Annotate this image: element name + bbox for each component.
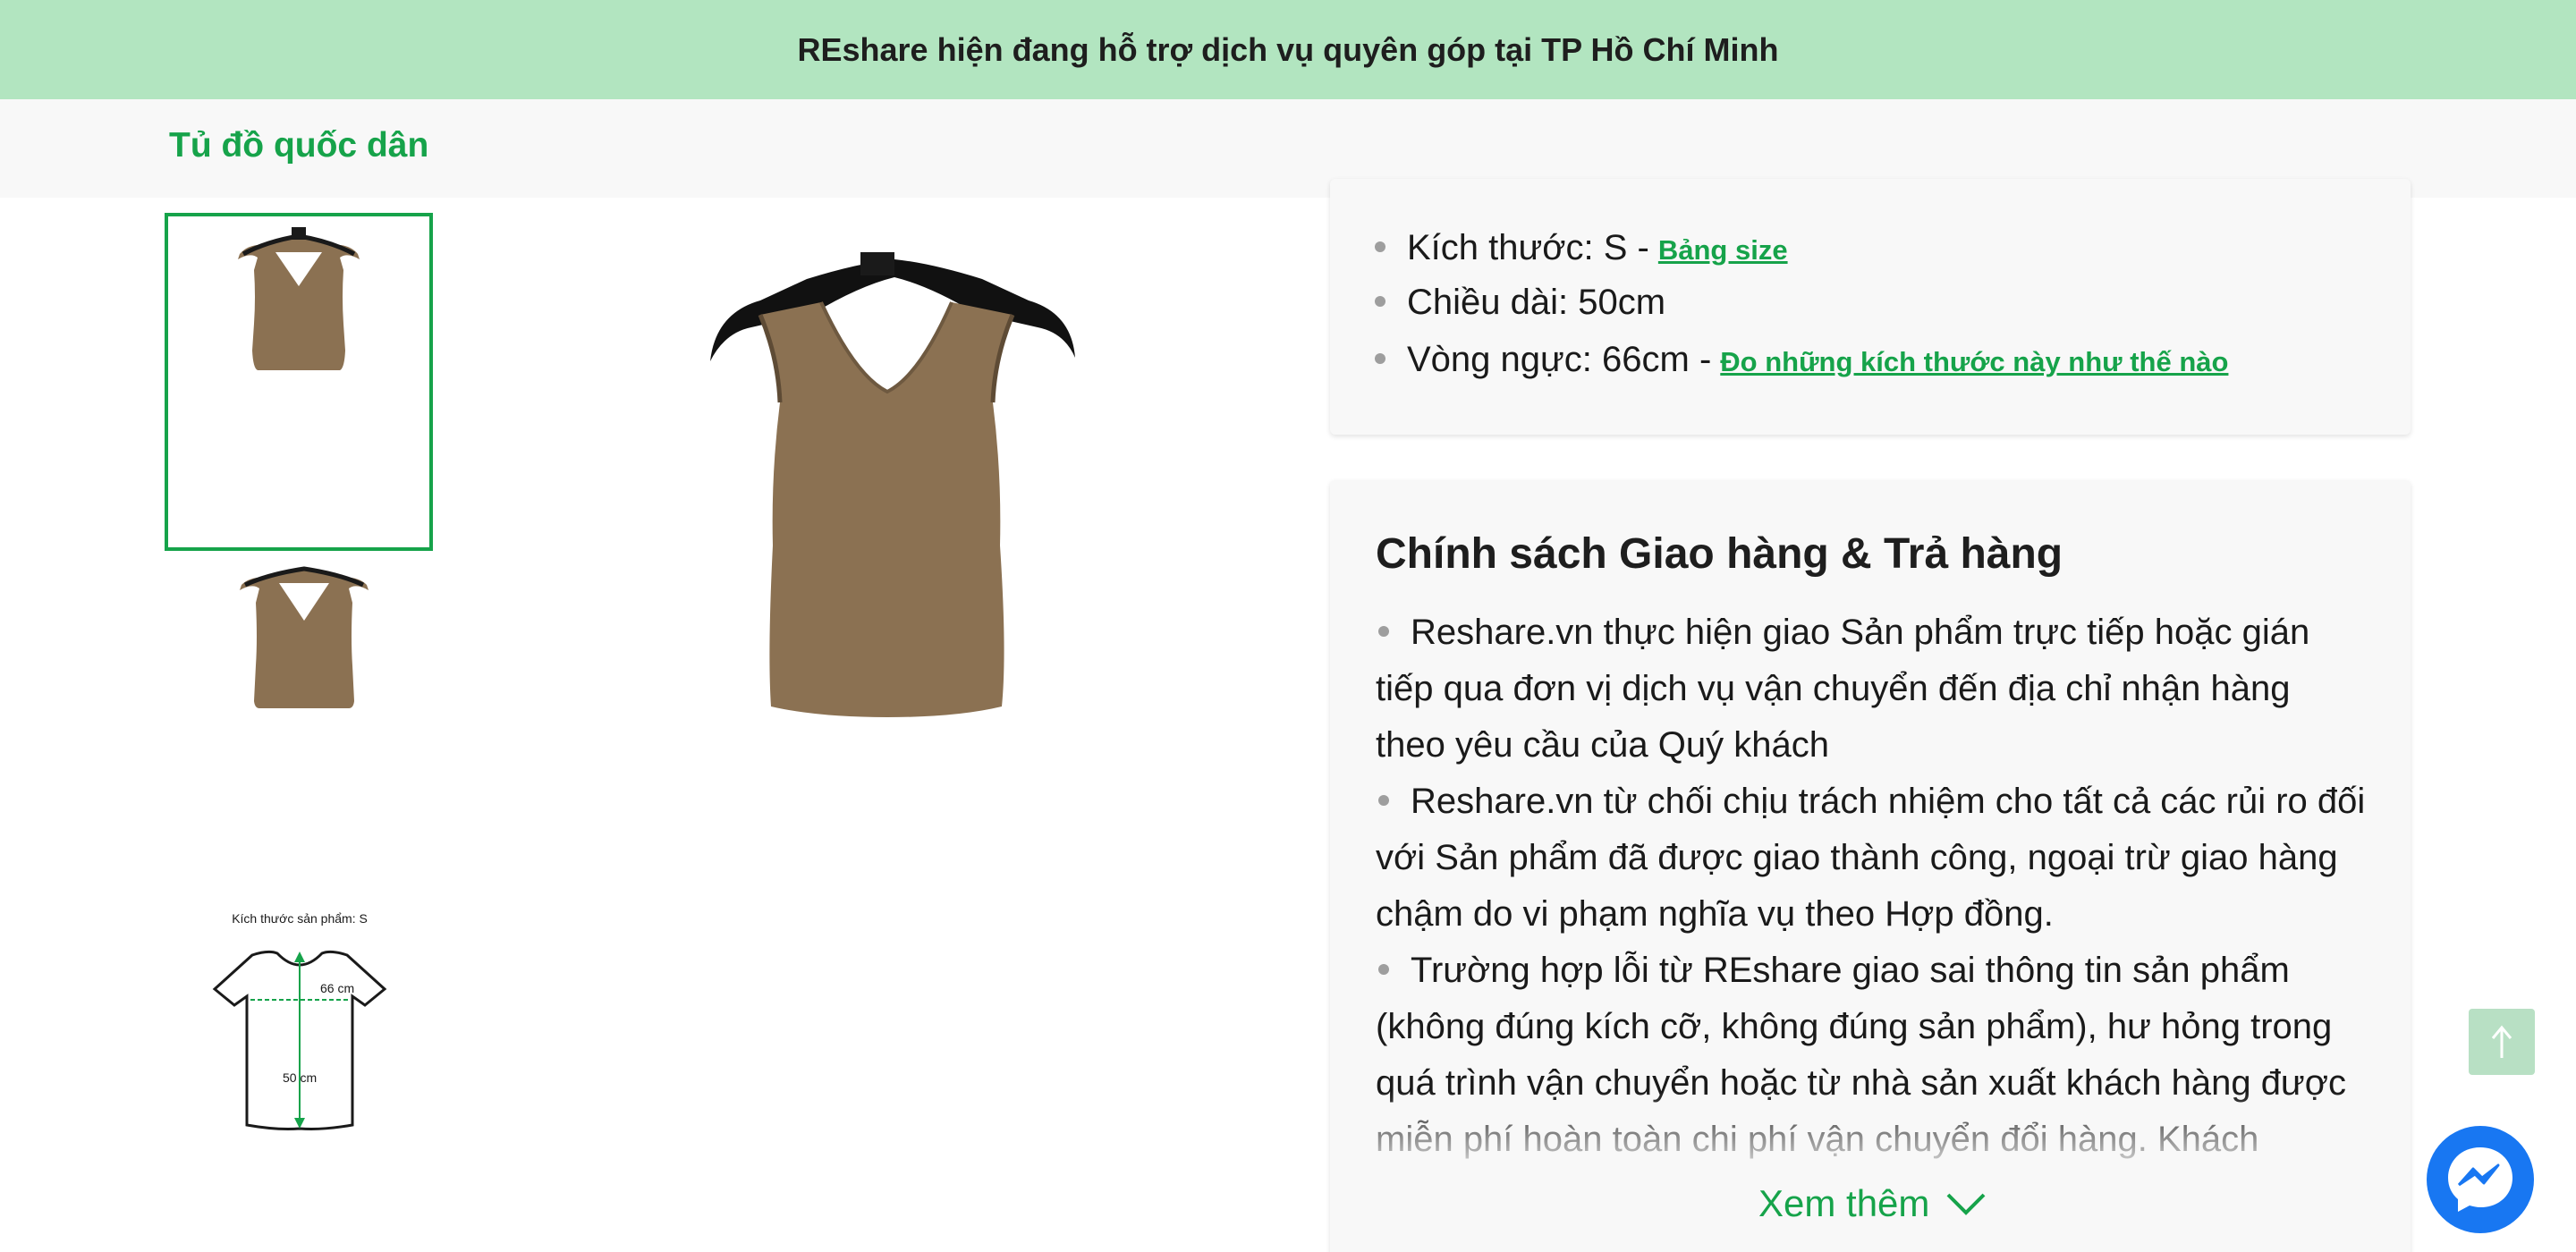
- bullet-icon: [1378, 795, 1389, 806]
- spec-size: Kích thước: S - Bảng size: [1375, 228, 1788, 268]
- spec-chest: Vòng ngực: 66cm - Đo những kích thước nà…: [1375, 340, 2228, 380]
- bullet-icon: [1378, 964, 1389, 975]
- arrow-up-icon: [2491, 1025, 2512, 1058]
- thumbnail-1[interactable]: [165, 213, 433, 551]
- policy-item: Reshare.vn từ chối chịu trách nhiệm cho …: [1376, 782, 2366, 934]
- announcement-bar: REshare hiện đang hỗ trợ dịch vụ quyên g…: [0, 0, 2576, 99]
- size-chart-image: Kích thước sản phẩm: S 66 cm 50 cm: [212, 911, 387, 1130]
- bullet-icon: [1375, 296, 1385, 307]
- announcement-text: REshare hiện đang hỗ trợ dịch vụ quyên g…: [797, 30, 1779, 68]
- policy-item: Reshare.vn thực hiện giao Sản phẩm trực …: [1376, 613, 2310, 765]
- measure-guide-link[interactable]: Đo những kích thước này như thế nào: [1720, 346, 2228, 378]
- bullet-icon: [1375, 353, 1385, 364]
- size-chart-length: 50 cm: [283, 1070, 317, 1085]
- scroll-to-top-button[interactable]: [2469, 1009, 2535, 1075]
- tank-top-image: [710, 252, 1075, 717]
- thumbnail-size-chart[interactable]: Kích thước sản phẩm: S 66 cm 50 cm: [188, 894, 411, 1145]
- thumbnail-2[interactable]: [215, 558, 394, 719]
- tank-top-image: [238, 227, 360, 370]
- messenger-chat-button[interactable]: [2427, 1126, 2534, 1233]
- policy-title: Chính sách Giao hàng & Trả hàng: [1376, 530, 2063, 578]
- spec-length: Chiều dài: 50cm: [1375, 283, 1665, 323]
- size-chart-title: Kích thước sản phẩm: S: [232, 911, 368, 926]
- spec-length-text: Chiều dài: 50cm: [1407, 283, 1666, 322]
- size-chart-chest: 66 cm: [320, 981, 354, 995]
- messenger-icon: [2448, 1147, 2512, 1212]
- bullet-icon: [1375, 241, 1385, 252]
- policy-body: Reshare.vn thực hiện giao Sản phẩm trực …: [1376, 605, 2368, 1159]
- main-product-image[interactable]: [662, 224, 1109, 742]
- policy-fade-overlay: [1342, 1091, 2397, 1180]
- chevron-down-icon: [1946, 1193, 1986, 1215]
- show-more-label: Xem thêm: [1758, 1182, 1930, 1224]
- size-table-link[interactable]: Bảng size: [1658, 234, 1788, 266]
- brand-logo-link[interactable]: Tủ đồ quốc dân: [169, 126, 428, 165]
- tank-top-image: [240, 566, 369, 708]
- spec-size-text: Kích thước: S -: [1407, 228, 1649, 267]
- show-more-button[interactable]: Xem thêm: [1758, 1182, 1987, 1225]
- spec-chest-text: Vòng ngực: 66cm -: [1407, 340, 1712, 379]
- bullet-icon: [1378, 626, 1389, 637]
